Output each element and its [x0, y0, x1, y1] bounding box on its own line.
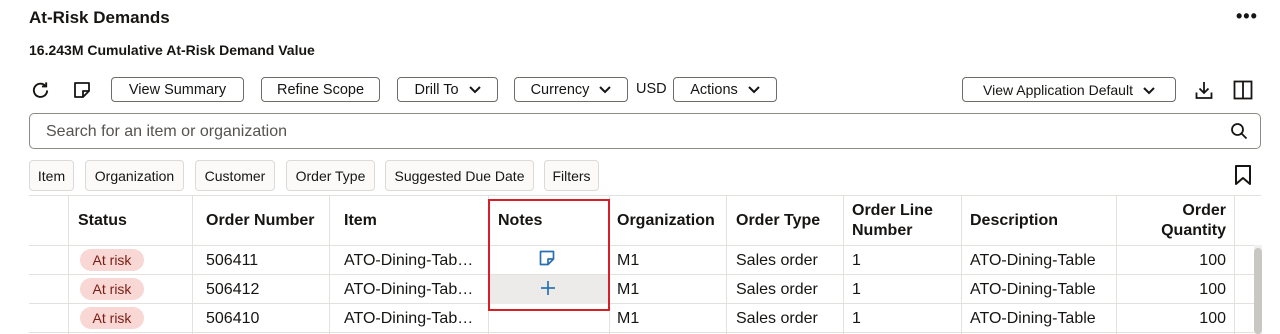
description-cell: ATO-Dining-Table [970, 281, 1096, 298]
search-icon[interactable] [1230, 122, 1248, 145]
column-divider [609, 195, 610, 334]
chevron-down-icon [748, 82, 760, 98]
order-quantity-cell: 100 [1199, 281, 1226, 298]
bookmark-icon[interactable] [1234, 164, 1252, 191]
column-header-order-type[interactable]: Order Type [736, 211, 820, 231]
column-divider [329, 195, 330, 334]
table-divider [29, 274, 1261, 275]
order-line-number-cell: 1 [852, 252, 861, 269]
description-cell: ATO-Dining-Table [970, 310, 1096, 327]
column-divider [68, 195, 69, 334]
order-type-cell: Sales order [736, 252, 818, 269]
column-divider [843, 195, 844, 334]
column-divider [192, 195, 193, 334]
view-summary-button[interactable]: View Summary [111, 77, 244, 102]
column-header-organization[interactable]: Organization [617, 211, 715, 231]
column-divider [1234, 195, 1235, 334]
column-divider [961, 195, 962, 334]
order-number-cell: 506410 [206, 310, 260, 327]
column-divider [488, 195, 489, 334]
add-icon[interactable] [540, 280, 556, 301]
chevron-down-icon [1143, 82, 1155, 98]
column-header-order-quantity[interactable]: Order Quantity [1129, 201, 1226, 241]
refresh-icon[interactable] [29, 77, 51, 102]
order-type-cell: Sales order [736, 310, 818, 327]
column-header-item[interactable]: Item [344, 211, 377, 231]
table-divider [29, 332, 1261, 333]
currency-value: USD [636, 81, 667, 97]
order-type-cell: Sales order [736, 281, 818, 298]
currency-dropdown[interactable]: Currency [514, 77, 628, 102]
chevron-down-icon [468, 82, 481, 98]
actions-dropdown[interactable]: Actions [673, 77, 777, 102]
search-placeholder: Search for an item or organization [46, 123, 288, 140]
organization-cell: M1 [617, 310, 640, 327]
filter-chip-suggested-due-date[interactable]: Suggested Due Date [385, 160, 534, 191]
view-application-default-dropdown[interactable]: View Application Default [962, 77, 1176, 102]
refine-scope-button[interactable]: Refine Scope [261, 77, 380, 102]
order-line-number-cell: 1 [852, 281, 861, 298]
drill-to-dropdown[interactable]: Drill To [397, 77, 498, 102]
note-icon[interactable] [539, 250, 555, 271]
item-cell: ATO-Dining-Tab… [344, 252, 474, 269]
item-cell: ATO-Dining-Tab… [344, 281, 474, 298]
order-quantity-cell: 100 [1199, 252, 1226, 269]
column-header-order-number[interactable]: Order Number [206, 211, 314, 231]
filter-chip-organization[interactable]: Organization [85, 160, 184, 191]
chevron-down-icon [599, 82, 612, 98]
split-view-icon[interactable] [1232, 77, 1254, 102]
item-cell: ATO-Dining-Tab… [344, 310, 474, 327]
filter-chip-order-type[interactable]: Order Type [286, 160, 375, 191]
column-header-notes[interactable]: Notes [498, 211, 542, 231]
order-number-cell: 506411 [206, 252, 259, 269]
at-risk-demands-table: Status Order Number Item Notes Organizat… [29, 195, 1261, 334]
column-divider [1116, 195, 1117, 334]
filter-chip-customer[interactable]: Customer [195, 160, 275, 191]
more-options-icon[interactable]: ••• [1236, 6, 1258, 27]
description-cell: ATO-Dining-Table [970, 252, 1096, 269]
toolbar: View Summary Refine Scope Drill To Curre… [29, 77, 1259, 102]
order-line-number-cell: 1 [852, 310, 861, 327]
column-header-order-line-number[interactable]: Order Line Number [852, 201, 933, 241]
search-input[interactable]: Search for an item or organization [29, 113, 1261, 149]
note-icon[interactable] [71, 77, 93, 102]
table-divider [29, 303, 1261, 304]
cumulative-value-summary: 16.243M Cumulative At-Risk Demand Value [29, 42, 315, 58]
organization-cell: M1 [617, 252, 640, 269]
filter-chip-item[interactable]: Item [29, 160, 74, 191]
vertical-scrollbar-thumb[interactable] [1254, 248, 1262, 334]
column-header-description[interactable]: Description [970, 211, 1058, 231]
status-badge: At risk [80, 307, 144, 329]
order-quantity-cell: 100 [1199, 310, 1226, 327]
organization-cell: M1 [617, 281, 640, 298]
column-divider [726, 195, 727, 334]
order-number-cell: 506412 [206, 281, 260, 298]
page-title: At-Risk Demands [29, 8, 170, 27]
column-header-status[interactable]: Status [78, 211, 127, 231]
filter-chip-filters[interactable]: Filters [544, 160, 599, 191]
download-icon[interactable] [1193, 77, 1215, 102]
status-badge: At risk [80, 249, 144, 271]
status-badge: At risk [80, 278, 144, 300]
table-divider [29, 245, 1261, 246]
table-divider [29, 195, 1261, 196]
